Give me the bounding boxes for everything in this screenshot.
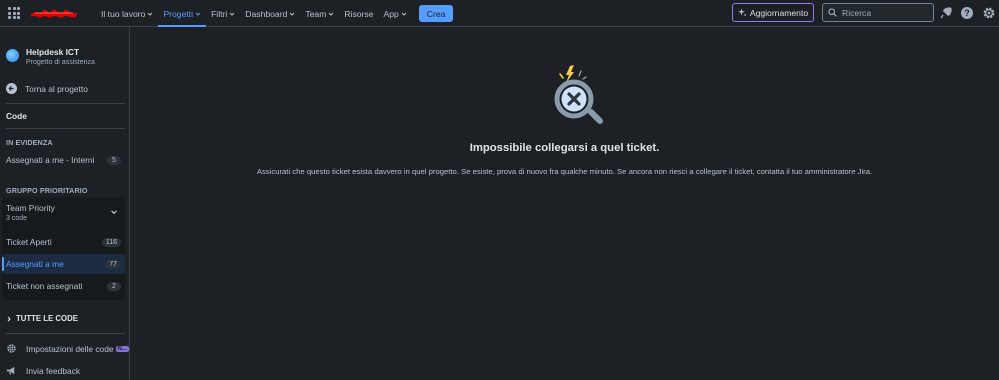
team-priority-count: 3 code: [6, 215, 28, 222]
send-feedback-link[interactable]: Invia feedback: [6, 365, 80, 376]
megaphone-icon: [6, 366, 15, 375]
chevron-down-icon: [229, 12, 235, 16]
project-name: Helpdesk ICT: [26, 47, 80, 57]
help-icon[interactable]: ?: [960, 6, 974, 20]
search-box[interactable]: [822, 3, 934, 22]
search-input[interactable]: [842, 7, 922, 18]
nav-your-work[interactable]: Il tuo lavoro: [96, 0, 158, 27]
chevron-down-icon: [401, 12, 407, 16]
queue-item[interactable]: Assegnati a me - Interni 5: [2, 150, 125, 170]
count-badge: 5: [107, 155, 121, 165]
nav-projects[interactable]: Progetti: [158, 0, 207, 27]
upgrade-button[interactable]: Aggiornamento: [732, 3, 814, 22]
divider: [6, 128, 125, 129]
main-nav: Il tuo lavoro Progetti Filtri Dashboard …: [96, 0, 454, 27]
chevron-down-icon: [148, 12, 153, 16]
settings-icon: [7, 344, 16, 353]
notifications-icon[interactable]: [939, 6, 953, 20]
divider: [6, 103, 125, 104]
sidebar: Helpdesk ICT Progetto di assistenza Torn…: [0, 27, 130, 380]
chevron-down-icon: [329, 12, 334, 16]
error-title: Impossibile collegarsi a quel ticket.: [469, 142, 660, 154]
queue-item-open-tickets[interactable]: Ticket Aperti 116: [2, 232, 125, 252]
broken-link-illustration: [554, 65, 603, 124]
count-badge: 116: [101, 237, 121, 247]
team-priority-label[interactable]: Team Priority: [6, 203, 55, 213]
featured-heading: IN EVIDENZA: [6, 138, 53, 147]
queue-item-assigned-to-me[interactable]: Assegnati a me 77: [2, 254, 125, 274]
queue-settings-link[interactable]: Impostazioni delle code N...: [6, 343, 129, 354]
app-switcher-icon[interactable]: [8, 7, 20, 19]
back-to-project-link[interactable]: Torna al progetto: [6, 83, 88, 94]
new-badge: N...: [115, 345, 129, 352]
queues-section-title: Code: [6, 111, 27, 121]
search-icon: [828, 8, 837, 17]
count-badge: 2: [107, 281, 121, 291]
arrow-left-icon: [6, 83, 17, 94]
nav-dashboards[interactable]: Dashboard: [240, 0, 300, 27]
nav-teams[interactable]: Team: [300, 0, 339, 27]
queue-item-unassigned[interactable]: Ticket non assegnati 2: [2, 276, 125, 296]
project-type: Progetto di assistenza: [26, 59, 95, 66]
chevron-down-icon: [195, 12, 201, 16]
svg-text:?: ?: [964, 8, 970, 18]
top-navigation-bar: Il tuo lavoro Progetti Filtri Dashboard …: [0, 0, 999, 27]
create-button[interactable]: Crea: [418, 5, 454, 22]
chevron-down-icon: [289, 12, 295, 16]
count-badge: 77: [105, 259, 121, 269]
project-avatar: [6, 49, 19, 62]
settings-icon[interactable]: [982, 6, 996, 20]
main-content: Impossibile collegarsi a quel ticket. As…: [130, 27, 999, 380]
chevron-right-icon: [7, 316, 11, 321]
nav-apps[interactable]: App: [379, 0, 412, 27]
company-logo[interactable]: [29, 6, 79, 20]
nav-filters[interactable]: Filtri: [206, 0, 240, 27]
all-queues-toggle[interactable]: TUTTE LE CODE: [6, 314, 78, 323]
nav-resources[interactable]: Risorse: [339, 0, 378, 27]
divider: [6, 333, 125, 334]
project-header[interactable]: Helpdesk ICT Progetto di assistenza: [6, 47, 95, 66]
sparkle-icon: [737, 8, 747, 17]
priority-group-heading: GRUPPO PRIORITARIO: [6, 186, 88, 195]
error-message: Assicurati che questo ticket esista davv…: [256, 167, 873, 176]
chevron-down-icon[interactable]: [110, 208, 118, 216]
